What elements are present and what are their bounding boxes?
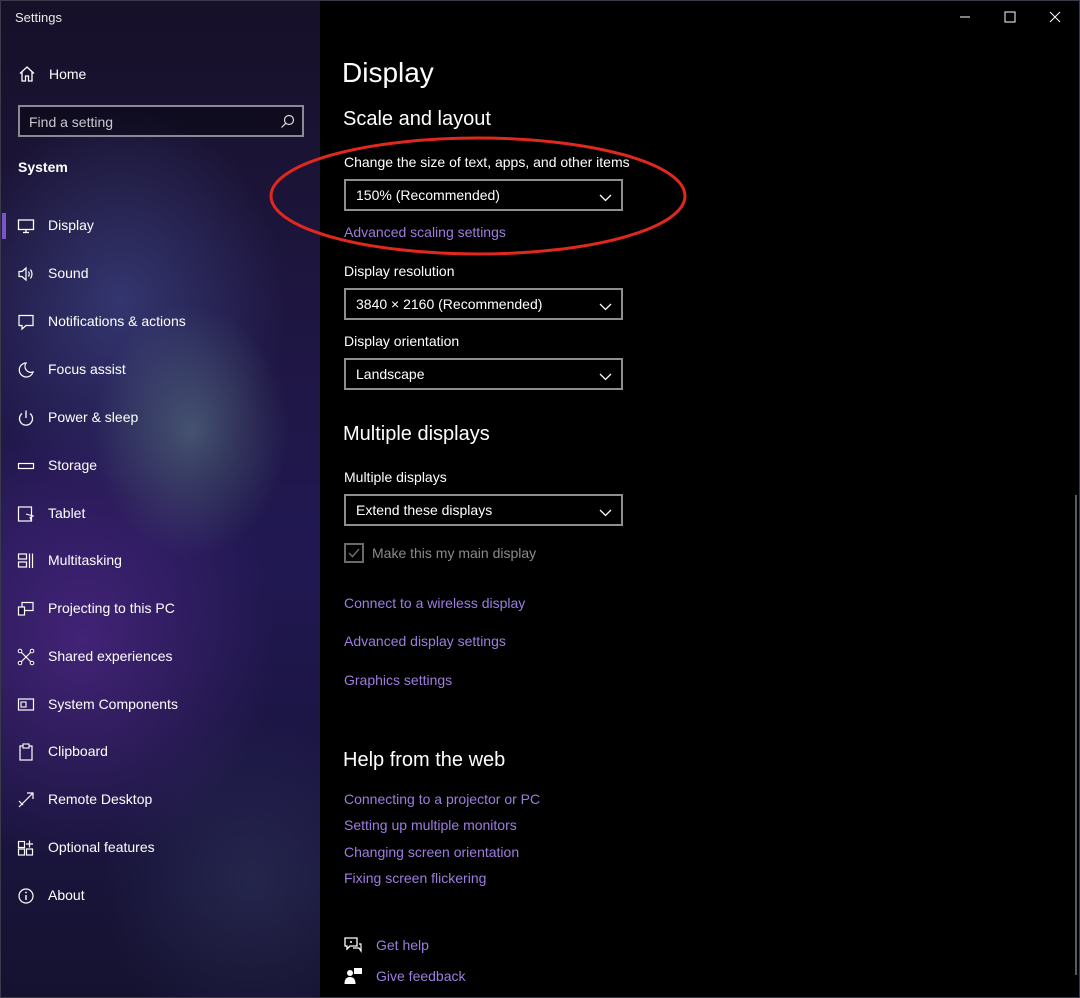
chevron-down-icon [599,299,612,311]
sidebar-item-label: Display [48,217,94,233]
help-link-projector[interactable]: Connecting to a projector or PC [344,791,540,807]
home-button[interactable]: Home [1,59,320,89]
sidebar-item-label: Remote Desktop [48,791,153,807]
optional-features-icon [17,839,35,857]
main-display-checkbox-label: Make this my main display [372,545,537,561]
moon-icon [17,361,35,379]
section-heading-multiple-displays: Multiple displays [343,423,490,445]
help-link-multiple-monitors[interactable]: Setting up multiple monitors [344,817,517,833]
sidebar-item-label: About [48,887,85,903]
sidebar-item-label: Focus assist [48,361,126,377]
multiple-displays-value: Extend these displays [356,502,493,518]
search-input[interactable] [29,112,269,132]
sidebar-item-label: Clipboard [48,743,108,759]
sidebar-item-label: Sound [48,265,89,281]
active-indicator [2,213,6,239]
sidebar-item-focus-assist[interactable]: Focus assist [1,350,320,390]
clipboard-icon [17,743,35,761]
sidebar-item-label: Shared experiences [48,648,173,664]
tablet-icon [17,505,35,523]
sidebar-item-remote-desktop[interactable]: Remote Desktop [1,780,320,820]
sidebar-item-shared-experiences[interactable]: Shared experiences [1,637,320,677]
sidebar-item-about[interactable]: About [1,876,320,916]
search-box[interactable] [18,105,304,137]
sidebar-item-power-sleep[interactable]: Power & sleep [1,398,320,438]
get-help-label: Get help [376,937,429,953]
sidebar-item-multitasking[interactable]: Multitasking [1,541,320,581]
system-components-icon [17,696,35,714]
multiple-displays-dropdown[interactable]: Extend these displays [344,494,623,526]
chevron-down-icon [599,369,612,381]
sidebar-item-storage[interactable]: Storage [1,446,320,486]
sidebar-item-sound[interactable]: Sound [1,254,320,294]
shared-experiences-icon [17,648,35,666]
orientation-value: Landscape [356,366,425,382]
sidebar-item-label: Multitasking [48,552,122,568]
page-title: Display [342,57,434,88]
resolution-dropdown[interactable]: 3840 × 2160 (Recommended) [344,288,623,320]
sidebar-item-label: Notifications & actions [48,313,186,329]
search-icon[interactable] [280,114,295,129]
connect-wireless-display-link[interactable]: Connect to a wireless display [344,595,525,611]
monitor-icon [17,217,35,235]
give-feedback-label: Give feedback [376,968,466,984]
info-icon [17,887,35,905]
multitasking-icon [17,552,35,570]
sidebar-item-clipboard[interactable]: Clipboard [1,732,320,772]
advanced-display-settings-link[interactable]: Advanced display settings [344,633,506,649]
sidebar-item-projecting[interactable]: Projecting to this PC [1,589,320,629]
chat-help-icon [343,935,363,955]
sidebar-item-optional-features[interactable]: Optional features [1,828,320,868]
red-annotation-ellipse [269,136,687,256]
power-icon [17,409,35,427]
section-heading-help: Help from the web [343,749,506,771]
sidebar-item-label: Projecting to this PC [48,600,175,616]
sidebar-item-label: Storage [48,457,98,473]
resolution-value: 3840 × 2160 (Recommended) [356,296,543,312]
section-heading-scale-layout: Scale and layout [343,108,491,130]
resolution-label: Display resolution [344,263,455,279]
multiple-displays-label: Multiple displays [344,469,447,485]
notification-icon [17,313,35,331]
sidebar-item-label: Power & sleep [48,409,139,425]
projecting-icon [17,600,35,618]
home-icon [18,65,36,83]
app-title: Settings [15,10,62,25]
main-display-checkbox[interactable] [344,543,364,563]
speaker-icon [17,265,35,283]
checkmark-icon [348,548,360,558]
chevron-down-icon [599,505,612,517]
help-link-screen-flickering[interactable]: Fixing screen flickering [344,870,486,886]
remote-desktop-icon [17,791,35,809]
settings-window: Settings Home System Display Sound No [0,0,1080,998]
home-label: Home [49,66,87,82]
sidebar-item-label: System Components [48,696,178,712]
feedback-icon [343,966,363,986]
graphics-settings-link[interactable]: Graphics settings [344,672,452,688]
sidebar-item-label: Tablet [48,505,86,521]
sidebar-item-notifications[interactable]: Notifications & actions [1,302,320,342]
help-link-screen-orientation[interactable]: Changing screen orientation [344,844,519,860]
sidebar-item-tablet[interactable]: Tablet [1,494,320,534]
sidebar-item-system-components[interactable]: System Components [1,685,320,725]
orientation-label: Display orientation [344,333,460,349]
sidebar-item-label: Optional features [48,839,155,855]
section-label-system: System [18,159,68,175]
storage-icon [17,457,35,475]
orientation-dropdown[interactable]: Landscape [344,358,623,390]
scrollbar[interactable] [1075,495,1077,975]
